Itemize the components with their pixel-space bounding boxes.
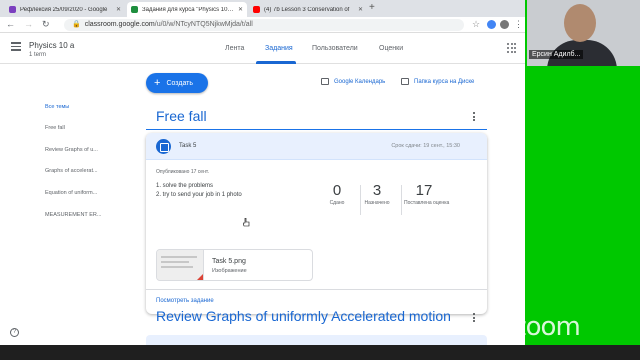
topic-divider	[146, 129, 487, 130]
hamburger-menu-icon[interactable]	[11, 42, 21, 51]
course-name[interactable]: Physics 10 a	[29, 41, 74, 50]
assignment-title: Task 5	[179, 143, 197, 149]
hand-cursor-icon	[243, 218, 250, 227]
browser-tabstrip: Рефлексия 25/09/2020 - Google ✕ Задания …	[0, 0, 525, 17]
sidebar-item-graphs-acceleration[interactable]: Graphs of accelerat...	[45, 168, 98, 174]
forward-icon[interactable]: →	[24, 19, 33, 29]
folder-icon	[401, 78, 409, 85]
youtube-icon	[253, 6, 260, 13]
sidebar-item-equation[interactable]: Equation of uniform...	[45, 190, 97, 196]
menu-kebab-icon[interactable]: ⋮	[514, 19, 523, 30]
reload-icon[interactable]: ↻	[42, 19, 50, 30]
card-divider	[146, 289, 487, 290]
tab-stream[interactable]: Лента	[225, 45, 244, 52]
stat-value: 0	[332, 182, 342, 199]
attachment-chip[interactable]: Task 5.png Изображение	[156, 249, 313, 281]
tab-title: Задания для курса "Physics 10 a"	[142, 6, 234, 13]
screen: Рефлексия 25/09/2020 - Google ✕ Задания …	[0, 0, 640, 360]
taskbar	[0, 345, 640, 360]
classroom-app: Physics 10 a 1 term Лента Задания Пользо…	[0, 33, 525, 345]
instruction-line: 2. try to send your job in 1 photo	[156, 192, 242, 198]
stat-label: Назначено	[364, 200, 390, 206]
forms-icon	[9, 6, 16, 13]
browser-tab-youtube[interactable]: (4) 7b Lesson 3 Conservation of ✕	[249, 2, 367, 17]
google-calendar-link[interactable]: Google Календарь	[321, 78, 385, 85]
sidebar-item-measurement[interactable]: MEASUREMENT ER...	[45, 212, 101, 218]
tab-classwork[interactable]: Задания	[265, 45, 293, 52]
stat-divider	[401, 185, 402, 215]
url-field[interactable]: 🔒 classroom.google.com/u/0/w/NTcyNTQ5Njkw…	[64, 19, 464, 31]
drive-folder-link[interactable]: Папка курса на Диске	[401, 78, 474, 85]
calendar-label: Google Календарь	[334, 78, 386, 85]
plus-icon: +	[154, 77, 161, 89]
due-date: Срок сдачи: 19 сент., 15:30	[391, 143, 460, 149]
attachment-type: Изображение	[212, 268, 247, 274]
assignment-card: Task 5 Срок сдачи: 19 сент., 15:30 Опубл…	[146, 133, 487, 314]
zoom-watermark: zoom	[513, 312, 581, 342]
tab-people[interactable]: Пользователи	[312, 45, 358, 52]
sidebar-item-all-topics[interactable]: Все темы	[45, 104, 69, 110]
stat-turned-in[interactable]: 0 Сдано	[317, 182, 357, 206]
topic-title: Review Graphs of uniformly Accelerated m…	[156, 308, 451, 324]
assignment-header-next[interactable]	[146, 335, 487, 345]
participant-name: Ерсин Адилб...	[529, 50, 584, 59]
back-icon[interactable]: ←	[6, 19, 15, 29]
apps-grid-icon[interactable]	[507, 43, 517, 53]
tab-title: (4) 7b Lesson 3 Conservation of	[264, 6, 350, 13]
browser-tab-reflection[interactable]: Рефлексия 25/09/2020 - Google ✕	[5, 2, 125, 17]
sidebar-item-free-fall[interactable]: Free fall	[45, 125, 65, 131]
view-assignment-link[interactable]: Посмотреть задание	[156, 298, 214, 304]
topic-menu-icon[interactable]	[473, 112, 476, 121]
video-thumbnail[interactable]: Ерсин Адилб...	[527, 0, 640, 66]
stat-graded[interactable]: 17 Поставлена оценка	[404, 182, 450, 206]
instruction-line: 1. solve the problems	[156, 183, 214, 189]
stat-label: Поставлена оценка	[404, 200, 450, 206]
stat-value: 3	[372, 182, 382, 199]
assignment-icon	[156, 139, 171, 154]
close-icon[interactable]: ✕	[358, 6, 363, 13]
attachment-thumbnail	[157, 250, 204, 280]
avatar[interactable]	[500, 20, 509, 29]
topic-menu-icon[interactable]	[473, 313, 476, 322]
extension-icon[interactable]	[487, 20, 496, 29]
active-tab-indicator	[256, 61, 296, 64]
create-label: Создать	[166, 79, 194, 87]
stat-assigned[interactable]: 3 Назначено	[357, 182, 397, 206]
stat-value: 17	[415, 182, 433, 199]
app-header: Physics 10 a 1 term Лента Задания Пользо…	[0, 33, 525, 64]
stat-label: Сдано	[329, 200, 345, 206]
assignment-header[interactable]: Task 5 Срок сдачи: 19 сент., 15:30	[146, 133, 487, 160]
close-icon[interactable]: ✕	[116, 6, 121, 13]
attachment-name: Task 5.png	[212, 258, 246, 265]
url-host: classroom.google.com	[84, 21, 155, 28]
topic-title: Free fall	[156, 108, 207, 124]
calendar-icon	[321, 78, 329, 85]
create-button[interactable]: + Создать	[146, 73, 208, 93]
new-tab-icon[interactable]: +	[369, 2, 375, 13]
classroom-icon	[131, 6, 138, 13]
tab-title: Рефлексия 25/09/2020 - Google	[20, 6, 108, 13]
browser-tab-classroom[interactable]: Задания для курса "Physics 10 a" ✕	[127, 2, 247, 17]
close-icon[interactable]: ✕	[238, 6, 243, 13]
folder-label: Папка курса на Диске	[414, 78, 475, 85]
address-bar-row: ← → ↻ 🔒 classroom.google.com/u/0/w/NTcyNT…	[0, 17, 525, 33]
url-path: /u/0/w/NTcyNTQ5NjkwMjda/t/all	[154, 21, 253, 28]
published-date: Опубликовано 17 сент.	[156, 169, 209, 175]
sidebar-item-review-graphs[interactable]: Review Graphs of u...	[45, 147, 98, 153]
bookmark-star-icon[interactable]: ☆	[472, 19, 480, 30]
lock-icon: 🔒	[72, 21, 81, 28]
course-term: 1 term	[29, 52, 47, 58]
tab-grades[interactable]: Оценки	[379, 45, 403, 52]
help-icon[interactable]: ?	[10, 328, 19, 337]
participant-head	[564, 4, 596, 42]
